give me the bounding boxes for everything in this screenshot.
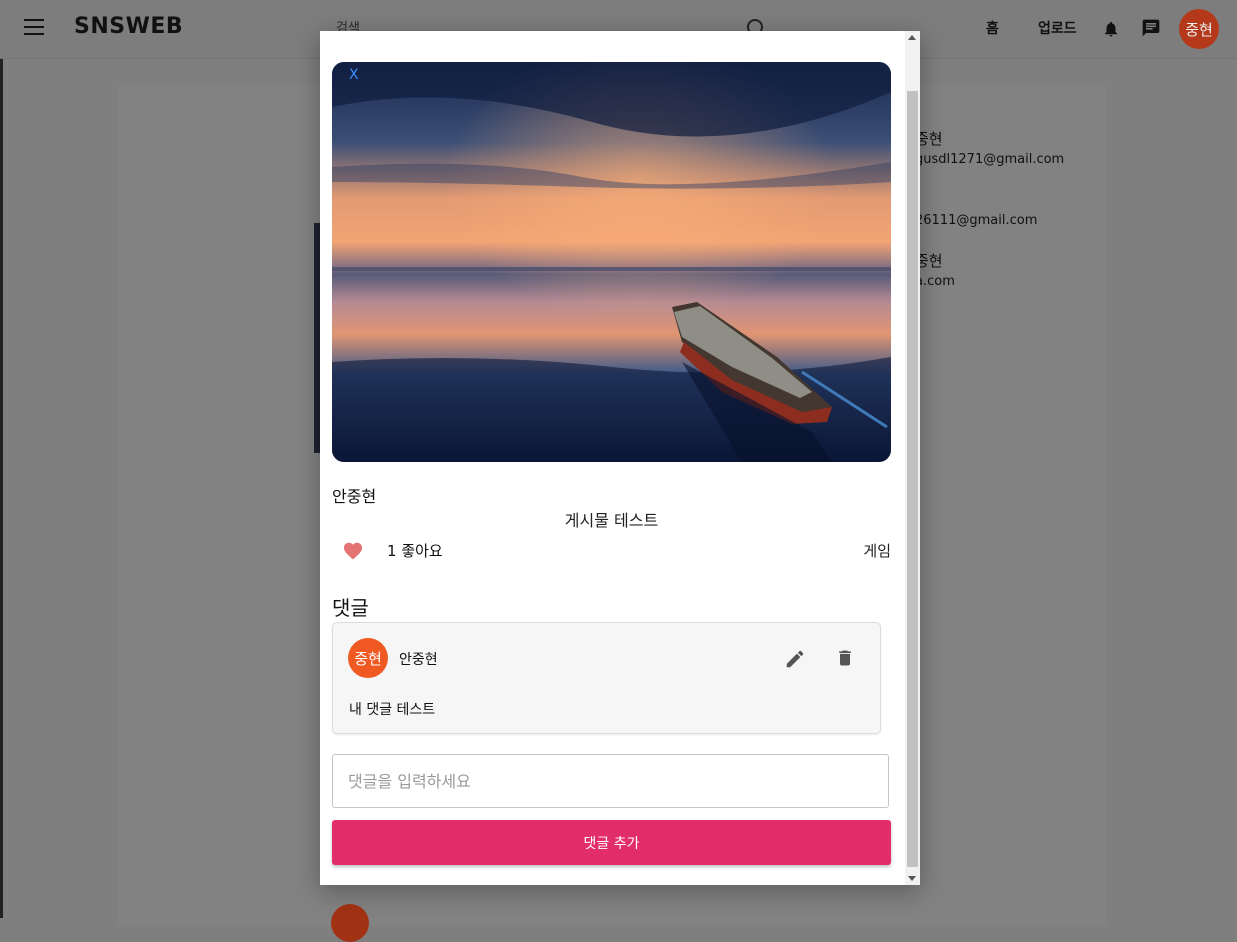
heart-icon[interactable] [342,540,364,560]
bell-icon[interactable] [1102,18,1120,40]
scroll-up-arrow-icon[interactable] [908,35,916,40]
comments-heading: 댓글 [332,596,369,620]
chat-icon[interactable] [1141,18,1161,38]
post-title: 게시물 테스트 [564,511,659,530]
person-email: 26111@gmail.com [915,213,1038,228]
comment-card: 중현 안중현 내 댓글 테스트 [332,622,881,734]
person-name: j [915,189,1064,209]
modal-scrollbar[interactable] [905,31,920,885]
likes-label: 좋아요 [401,542,443,560]
delete-icon[interactable] [835,647,855,669]
menu-icon[interactable] [24,19,44,35]
scroll-down-arrow-icon[interactable] [908,876,916,881]
people-list: 중현 gusdl1271@gmail.com j 26111@gmail.com… [915,128,1064,311]
add-comment-button[interactable]: 댓글 추가 [332,820,891,865]
person-name: 중현 [915,130,943,148]
post-detail-modal: X 안중현 게시물 테스트 1 좋아요 게임 댓글 중현 안중현 내 댓글 테스… [320,31,920,885]
comment-text: 내 댓글 테스트 [349,702,436,718]
person-email: gusdl1271@gmail.com [915,152,1065,167]
likes-count: 1 좋아요 [387,540,443,561]
post-image: X [332,62,891,462]
window-edge [0,0,3,918]
close-button[interactable]: X [349,67,359,83]
person-item[interactable]: 중현 gusdl1271@gmail.com [915,128,1064,167]
post-category: 게임 [863,542,891,560]
person-email: a.com [915,274,955,289]
scroll-thumb[interactable] [907,91,918,867]
person-name: 중현 [915,252,943,270]
brand-logo[interactable]: SNSWEB [74,14,183,39]
feed-avatar [331,904,369,942]
likes-number: 1 [387,542,397,560]
comment-avatar: 중현 [348,638,388,678]
comment-input[interactable] [332,754,889,808]
person-item[interactable]: j 26111@gmail.com [915,189,1064,228]
sunset-boat-picture [332,62,891,462]
nav-home-link[interactable]: 홈 [986,18,999,38]
person-item[interactable]: 중현 a.com [915,250,1064,289]
post-author: 안중현 [332,487,377,506]
user-avatar[interactable]: 중현 [1179,9,1219,49]
nav-upload-link[interactable]: 업로드 [1038,18,1077,38]
edit-icon[interactable] [784,648,806,670]
comment-author: 안중현 [399,652,438,668]
